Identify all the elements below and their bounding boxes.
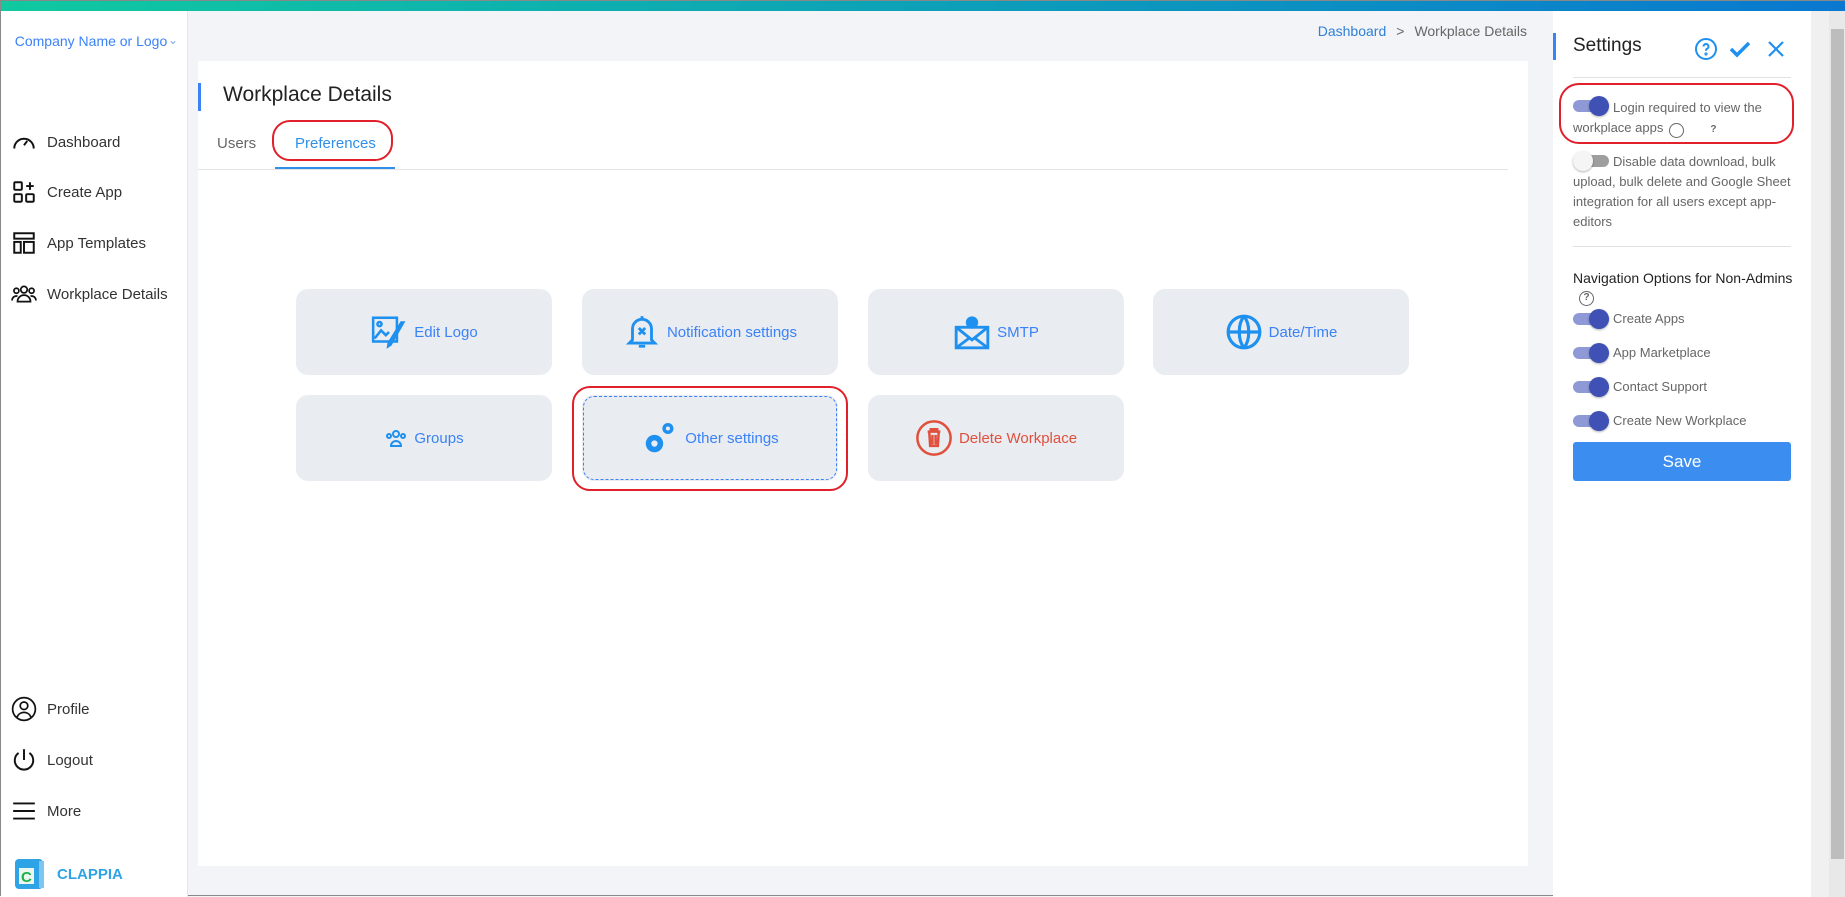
content-card: Workplace Details Users Preferences Edit… [198,61,1528,866]
notification-settings-button[interactable]: Notification settings [582,289,838,375]
chevron-down-icon[interactable]: ⌄ [168,33,178,47]
divider [1573,77,1791,78]
sidebar-item-label: Create App [47,183,123,201]
contact-support-label: Contact Support [1613,379,1707,394]
check-icon[interactable] [1728,37,1752,61]
sidebar-item-dashboard[interactable]: Dashboard [11,129,120,155]
sidebar-item-label: Logout [47,751,93,769]
menu-icon [13,802,35,820]
disable-download-label: Disable data download, bulk upload, bulk… [1573,154,1791,229]
date-time-button[interactable]: Date/Time [1153,289,1409,375]
nav-options-heading: Navigation Options for Non-Admins? [1573,270,1795,306]
users-group-icon [11,285,37,303]
power-icon [13,749,35,771]
smtp-button[interactable]: SMTP [868,289,1124,375]
sidebar-item-more[interactable]: More [11,798,81,824]
page-title: Workplace Details [223,83,392,106]
create-apps-toggle[interactable] [1573,309,1609,329]
settings-panel: Settings Login required to view the work… [1553,11,1811,897]
save-button[interactable]: Save [1573,442,1791,481]
groups-button[interactable]: Groups [296,395,552,481]
groups-icon [386,430,407,447]
sidebar-item-label: App Templates [47,234,146,252]
sidebar-item-label: Profile [47,700,90,718]
trash-icon [916,420,952,456]
title-accent [198,83,201,111]
breadcrumb-separator: > [1396,23,1405,39]
create-app-icon [13,181,35,203]
clappia-logo-icon: C [15,859,44,889]
scrollbar-thumb[interactable] [1831,29,1844,859]
breadcrumb-current: Workplace Details [1414,23,1527,39]
tile-label: Groups [414,429,464,447]
create-apps-label: Create Apps [1613,311,1685,326]
bell-icon [625,316,659,348]
highlight-other-settings [572,386,848,491]
company-name[interactable]: Company Name or Logo [11,29,171,54]
tabs-divider [198,169,1508,170]
help-icon[interactable]: ? [1669,123,1716,138]
dashboard-gauge-icon [13,137,35,149]
mail-gear-icon [954,316,990,350]
divider [1573,246,1791,247]
panel-accent [1553,33,1556,60]
tile-label: Date/Time [1268,323,1338,341]
create-new-workplace-label: Create New Workplace [1613,413,1747,428]
panel-scrollbar[interactable] [1811,11,1829,897]
tile-label: Edit Logo [414,323,478,341]
sidebar-item-logout[interactable]: Logout [11,747,93,773]
create-new-workplace-toggle[interactable] [1573,411,1609,431]
sidebar: Company Name or Logo ⌄ Dashboard Create … [1,11,188,897]
top-accent-bar [1,1,1845,11]
svg-text:C: C [21,869,32,886]
sidebar-item-label: Dashboard [47,133,121,151]
delete-workplace-button[interactable]: Delete Workplace [868,395,1124,481]
sidebar-item-label: Workplace Details [47,285,168,303]
settings-title: Settings [1573,35,1642,56]
close-icon[interactable] [1764,37,1788,61]
help-icon[interactable] [1694,37,1718,61]
sidebar-item-app-templates[interactable]: App Templates [11,230,146,256]
tile-label: SMTP [997,323,1039,341]
app-marketplace-label: App Marketplace [1613,345,1711,360]
app-marketplace-toggle[interactable] [1573,343,1609,363]
brand-name: CLAPPIA [57,865,123,883]
sidebar-item-profile[interactable]: Profile [11,696,90,722]
contact-support-toggle[interactable] [1573,377,1609,397]
clappia-logo: C CLAPPIA [15,859,123,889]
sidebar-item-label: More [47,802,82,820]
profile-icon [11,696,37,722]
edit-image-icon [372,316,406,349]
edit-logo-button[interactable]: Edit Logo [296,289,552,375]
sidebar-item-create-app[interactable]: Create App [11,179,122,205]
tab-users[interactable]: Users [217,135,256,152]
tile-label: Delete Workplace [958,429,1078,447]
templates-icon [13,232,35,254]
breadcrumb-dashboard[interactable]: Dashboard [1318,23,1387,39]
highlight-preferences [272,120,393,161]
tile-label: Notification settings [666,323,798,341]
globe-icon [1226,314,1262,350]
help-icon[interactable]: ? [1579,291,1594,306]
breadcrumb: Dashboard > Workplace Details [1318,23,1527,39]
login-required-label: Login required to view the workplace app… [1573,98,1795,138]
sidebar-item-workplace-details[interactable]: Workplace Details [11,281,168,307]
